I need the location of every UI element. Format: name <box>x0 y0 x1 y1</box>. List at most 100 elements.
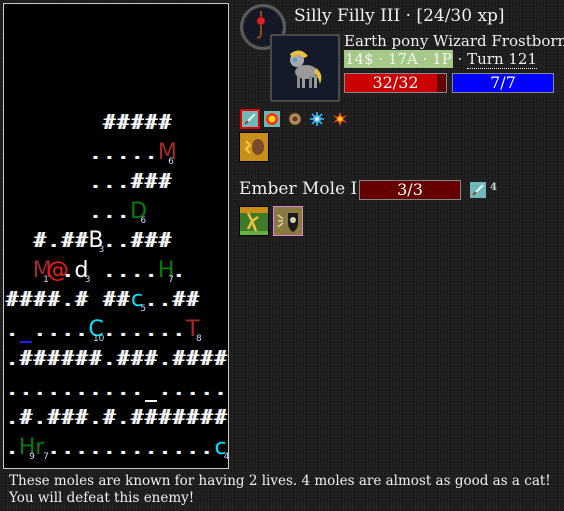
map-creature[interactable]: M1 <box>33 256 52 285</box>
map-tile[interactable]: . <box>88 197 102 226</box>
map-tile[interactable] <box>144 374 158 403</box>
map-wall[interactable]: # <box>214 403 228 432</box>
map-tile[interactable]: . <box>88 403 102 432</box>
map-wall[interactable]: # <box>102 108 116 137</box>
map-tile[interactable]: . <box>186 374 200 403</box>
shield-orb-icon[interactable] <box>287 111 303 127</box>
turn-counter[interactable]: Turn 121 <box>467 50 538 69</box>
pony-portrait[interactable] <box>270 34 340 102</box>
map-wall[interactable]: # <box>130 108 144 137</box>
map-wall[interactable]: # <box>5 285 19 314</box>
map-tile[interactable]: . <box>214 374 228 403</box>
map-tile[interactable]: . <box>144 256 158 285</box>
map-tile[interactable]: . <box>130 433 144 462</box>
map-wall[interactable]: # <box>88 344 102 373</box>
map-tile[interactable]: . <box>144 285 158 314</box>
map-tile[interactable]: . <box>33 403 47 432</box>
map-tile[interactable]: . <box>158 344 172 373</box>
map-tile[interactable]: . <box>116 167 130 196</box>
map-wall[interactable]: # <box>47 403 61 432</box>
map-tile[interactable]: . <box>172 374 186 403</box>
map-tile[interactable]: . <box>5 433 19 462</box>
map-tile[interactable]: . <box>172 433 186 462</box>
map-tile[interactable]: . <box>19 374 33 403</box>
map-tile[interactable]: . <box>47 374 61 403</box>
map-wall[interactable]: # <box>130 226 144 255</box>
map-wall[interactable]: # <box>158 167 172 196</box>
map-tile[interactable]: . <box>88 138 102 167</box>
map-tile[interactable]: . <box>144 315 158 344</box>
map-tile[interactable]: . <box>144 138 158 167</box>
map-creature[interactable]: @ <box>47 256 69 285</box>
frost-spark-icon[interactable] <box>309 111 325 127</box>
fireball-skill-icon[interactable] <box>264 111 280 127</box>
map-creature[interactable]: H9 <box>19 433 36 462</box>
map-creature[interactable]: c5 <box>130 285 146 314</box>
map-tile[interactable]: . <box>47 433 61 462</box>
map-wall[interactable]: # <box>144 108 158 137</box>
map-tile[interactable]: . <box>88 433 102 462</box>
map-wall[interactable]: # <box>200 344 214 373</box>
map-wall[interactable]: # <box>19 285 33 314</box>
map-tile[interactable]: . <box>102 433 116 462</box>
map-tile[interactable]: . <box>75 374 89 403</box>
map-wall[interactable]: # <box>61 226 75 255</box>
map-tile[interactable]: . <box>102 138 116 167</box>
map-tile[interactable]: . <box>102 374 116 403</box>
map-creature[interactable]: H7 <box>158 256 175 285</box>
map-creature[interactable]: B3 <box>88 226 104 255</box>
map-tile[interactable]: . <box>116 433 130 462</box>
map-tile[interactable]: . <box>102 197 116 226</box>
map-tile[interactable]: . <box>33 315 47 344</box>
map-tile[interactable]: . <box>186 433 200 462</box>
map-wall[interactable]: # <box>102 285 116 314</box>
map-wall[interactable]: # <box>102 403 116 432</box>
map-tile[interactable]: . <box>75 433 89 462</box>
map-tile[interactable]: . <box>158 315 172 344</box>
map-creature[interactable]: T8 <box>186 315 202 344</box>
map-wall[interactable]: # <box>200 403 214 432</box>
map-wall[interactable]: # <box>186 344 200 373</box>
map-wall[interactable]: # <box>144 226 158 255</box>
map-tile[interactable]: . <box>102 226 116 255</box>
map-wall[interactable]: # <box>116 108 130 137</box>
map-tile[interactable]: . <box>102 256 116 285</box>
map-wall[interactable]: # <box>19 403 33 432</box>
map-tile[interactable]: . <box>61 315 75 344</box>
fire-burst-icon[interactable] <box>332 111 348 127</box>
map-wall[interactable]: # <box>158 226 172 255</box>
map-wall[interactable]: # <box>130 403 144 432</box>
map-tile[interactable]: . <box>158 285 172 314</box>
map-tile[interactable]: . <box>5 344 19 373</box>
forest-terrain-icon[interactable] <box>239 206 269 236</box>
map-tile[interactable]: . <box>47 315 61 344</box>
map-tile[interactable]: . <box>158 433 172 462</box>
map-tile[interactable]: . <box>61 374 75 403</box>
map-wall[interactable]: # <box>144 403 158 432</box>
map-tile[interactable]: . <box>130 256 144 285</box>
map-wall[interactable]: # <box>116 344 130 373</box>
map-wall[interactable]: # <box>75 285 89 314</box>
map-wall[interactable]: # <box>33 226 47 255</box>
map-wall[interactable]: # <box>144 167 158 196</box>
map-tile[interactable]: . <box>75 315 89 344</box>
map-wall[interactable]: # <box>158 403 172 432</box>
map-tile[interactable]: . <box>88 374 102 403</box>
map-wall[interactable]: # <box>116 285 130 314</box>
map-wall[interactable]: # <box>172 285 186 314</box>
map-tile[interactable]: . <box>144 433 158 462</box>
map-tile[interactable]: . <box>200 374 214 403</box>
map-tile[interactable]: . <box>33 374 47 403</box>
map-tile[interactable]: . <box>102 344 116 373</box>
map-wall[interactable]: # <box>75 344 89 373</box>
map-tile[interactable]: . <box>172 256 186 285</box>
map-tile[interactable]: . <box>130 315 144 344</box>
map-tile[interactable]: . <box>116 256 130 285</box>
map-tile[interactable]: . <box>61 285 75 314</box>
map-tile[interactable]: . <box>116 138 130 167</box>
map-creature[interactable]: r7 <box>33 433 49 462</box>
map-tile[interactable]: . <box>61 256 75 285</box>
map-tile[interactable]: . <box>116 315 130 344</box>
map-tile[interactable]: . <box>61 433 75 462</box>
map-tile[interactable]: . <box>130 374 144 403</box>
